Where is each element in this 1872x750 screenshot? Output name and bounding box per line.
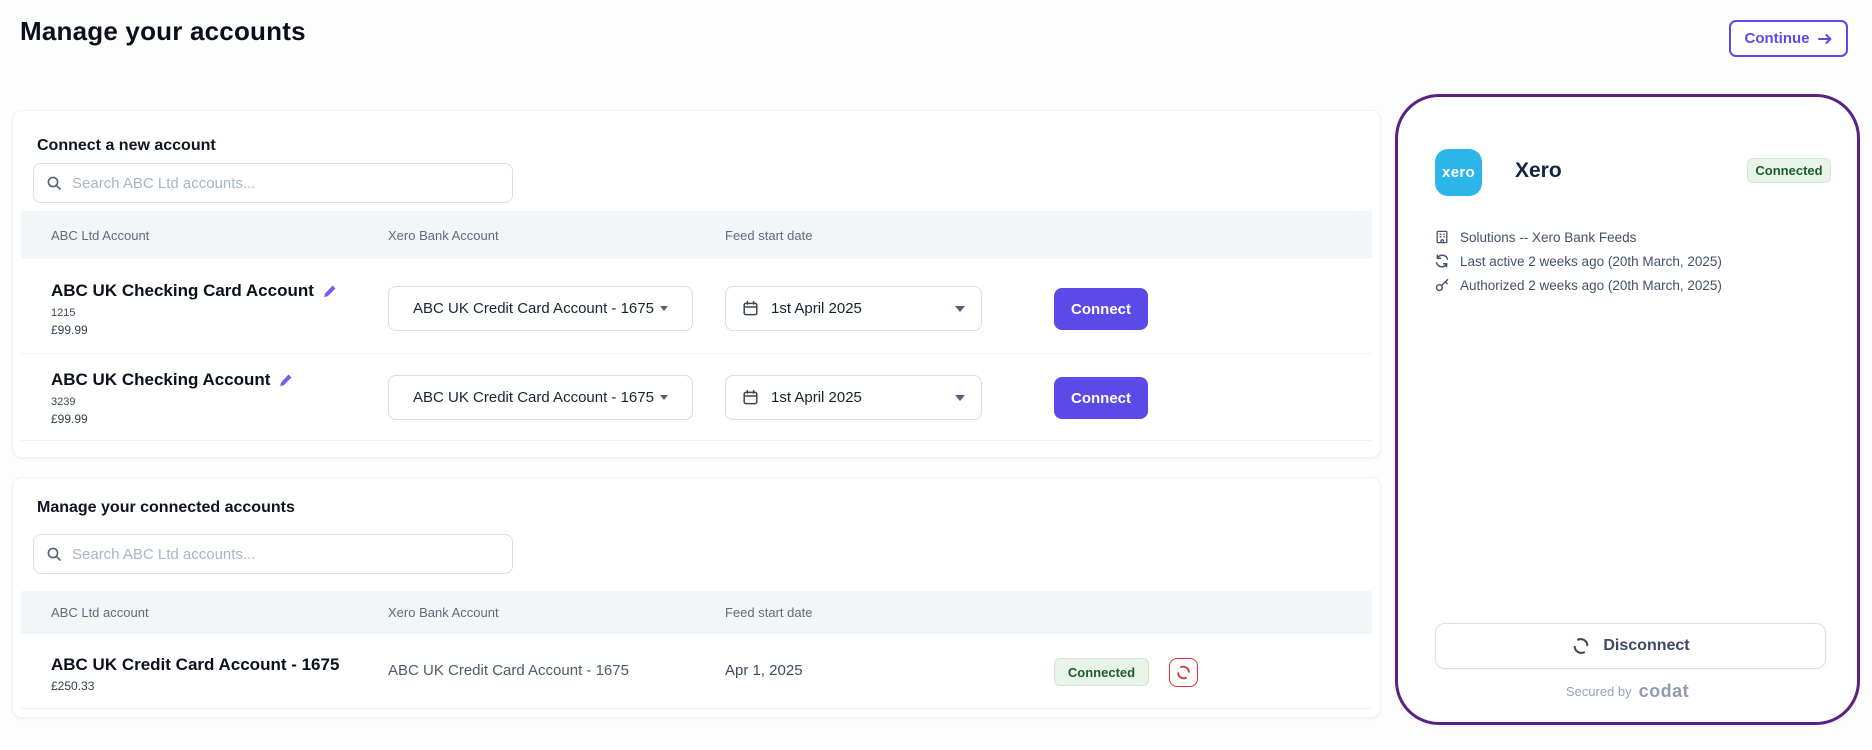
connect-search-input[interactable] [72,175,500,192]
connect-search-box[interactable] [33,163,513,203]
connected-xero-account: ABC UK Credit Card Account - 1675 [388,662,629,679]
feed-start-date-picker[interactable]: 1st April 2025 [725,286,982,331]
account-name: ABC UK Checking Card Account [51,281,337,301]
chevron-down-icon [955,306,965,312]
unlink-icon [1175,664,1192,681]
detail-last-active: Last active 2 weeks ago (20th March, 202… [1434,249,1722,273]
account-balance: £99.99 [51,323,88,337]
solutions-icon [1434,229,1450,245]
codat-logo: codat [1639,681,1690,702]
account-number: 3239 [51,396,75,408]
arrow-right-icon [1817,31,1833,47]
account-balance: £99.99 [51,412,88,426]
connect-button[interactable]: Connect [1054,377,1148,419]
table-row: ABC UK Checking Account 3239 £99.99 ABC … [21,354,1372,441]
account-name: ABC UK Credit Card Account - 1675 [51,655,339,675]
continue-button-label: Continue [1745,30,1810,47]
xero-account-select[interactable]: ABC UK Credit Card Account - 1675 [388,375,693,420]
manage-section-title: Manage your connected accounts [37,499,295,517]
manage-search-input[interactable] [72,546,500,563]
chevron-down-icon [955,395,965,401]
connect-table-header: ABC Ltd Account Xero Bank Account Feed s… [21,211,1372,259]
integration-details: Solutions -- Xero Bank Feeds Last active… [1434,225,1722,297]
key-icon [1434,277,1450,293]
integration-panel: xero Xero Connected Solutions -- Xero Ba… [1395,94,1860,725]
feed-start-date-value: Apr 1, 2025 [725,662,803,679]
calendar-icon [742,389,759,406]
feed-start-date-picker[interactable]: 1st April 2025 [725,375,982,420]
status-badge: Connected [1747,158,1831,183]
refresh-icon [1434,253,1450,269]
continue-button[interactable]: Continue [1729,20,1848,57]
account-balance: £250.33 [51,679,94,693]
connect-button[interactable]: Connect [1054,288,1148,330]
manage-connected-accounts-card: Manage your connected accounts ABC Ltd a… [12,477,1381,718]
connect-new-account-card: Connect a new account ABC Ltd Account Xe… [12,110,1381,458]
disconnect-account-button[interactable] [1169,658,1198,687]
secured-by: Secured by codat [1398,681,1857,702]
column-header-feed-start-date: Feed start date [725,228,812,243]
manage-search-box[interactable] [33,534,513,574]
chevron-down-icon [660,306,668,311]
column-header-abc-ltd-account: ABC Ltd Account [51,228,149,243]
search-icon [46,175,62,191]
calendar-icon [742,300,759,317]
edit-pencil-icon[interactable] [323,284,337,298]
chevron-down-icon [660,395,668,400]
account-name: ABC UK Checking Account [51,370,293,390]
edit-pencil-icon[interactable] [279,373,293,387]
table-row: ABC UK Credit Card Account - 1675 £250.3… [21,634,1372,709]
column-header-feed-start-date: Feed start date [725,605,812,620]
detail-solutions: Solutions -- Xero Bank Feeds [1434,225,1722,249]
xero-logo: xero [1435,149,1482,196]
column-header-xero-bank-account: Xero Bank Account [388,228,499,243]
unlink-icon [1571,636,1591,656]
integration-name: Xero [1515,159,1562,183]
manage-table-header: ABC Ltd account Xero Bank Account Feed s… [21,591,1372,634]
status-badge: Connected [1054,658,1149,686]
connect-section-title: Connect a new account [37,137,216,155]
table-row: ABC UK Checking Card Account 1215 £99.99… [21,259,1372,354]
detail-authorized: Authorized 2 weeks ago (20th March, 2025… [1434,273,1722,297]
xero-account-select[interactable]: ABC UK Credit Card Account - 1675 [388,286,693,331]
column-header-xero-bank-account: Xero Bank Account [388,605,499,620]
account-number: 1215 [51,307,75,319]
disconnect-button[interactable]: Disconnect [1435,623,1826,669]
search-icon [46,546,62,562]
page-title: Manage your accounts [20,16,306,47]
column-header-abc-ltd-account: ABC Ltd account [51,605,149,620]
